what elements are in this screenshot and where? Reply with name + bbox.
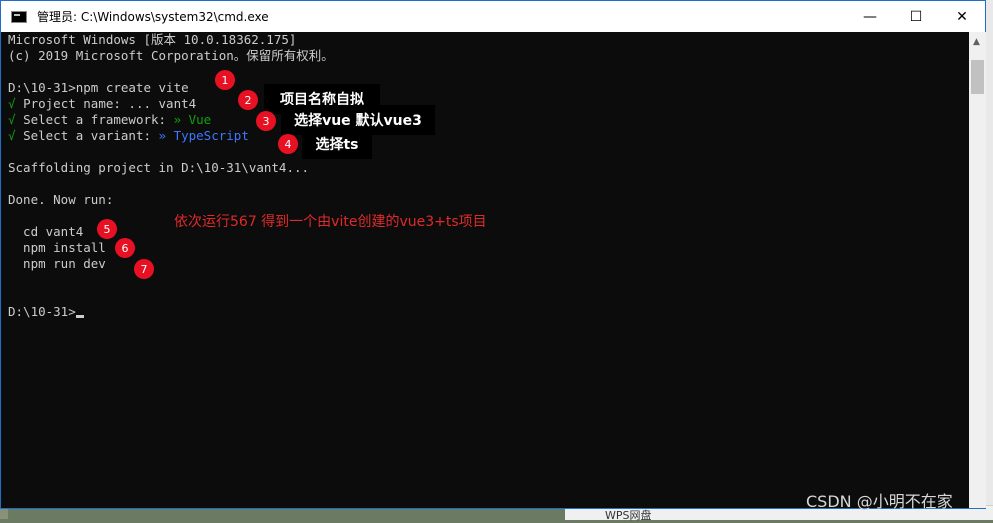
check-mark: √ [8, 112, 16, 127]
console-line: √ Select a variant: » TypeScript [8, 128, 249, 144]
title-bar[interactable]: 管理员: C:\Windows\system32\cmd.exe — ☐ ✕ [1, 1, 985, 32]
console-line: Done. Now run: [8, 192, 114, 207]
prompt-project-name: Project name: ... vant4 [23, 96, 197, 111]
badge-7: 7 [134, 259, 154, 279]
badge-3: 3 [256, 111, 276, 131]
console-line: D:\10-31>npm create vite [8, 80, 189, 95]
badge-1: 1 [215, 70, 235, 90]
text-cursor [75, 315, 84, 318]
close-button[interactable]: ✕ [939, 1, 985, 32]
badge-5: 5 [97, 219, 117, 239]
badge-2: 2 [238, 90, 258, 110]
annotation-label-4: 选择ts [302, 128, 372, 159]
window-controls: — ☐ ✕ [847, 1, 985, 32]
check-mark: √ [8, 96, 16, 111]
cmd-window: 管理员: C:\Windows\system32\cmd.exe — ☐ ✕ M… [0, 0, 986, 509]
vertical-scrollbar[interactable]: ▲ [969, 32, 986, 508]
prompt-variant: Select a variant: [23, 128, 159, 143]
console-line: npm run dev [8, 256, 106, 271]
variant-value: » TypeScript [158, 128, 249, 143]
console-line: Scaffolding project in D:\10-31\vant4... [8, 160, 310, 175]
watermark: CSDN @小明不在家 [806, 492, 953, 511]
badge-6: 6 [115, 238, 135, 258]
wps-item[interactable]: WPS网盘 [605, 507, 652, 523]
minimize-button[interactable]: — [847, 1, 893, 32]
console-line: (c) 2019 Microsoft Corporation。保留所有权利。 [8, 48, 334, 63]
prompt-framework: Select a framework: [23, 112, 174, 127]
scroll-up-icon[interactable]: ▲ [973, 37, 980, 47]
maximize-button[interactable]: ☐ [893, 1, 939, 32]
console-line: √ Select a framework: » Vue [8, 112, 211, 128]
console-line: Microsoft Windows [版本 10.0.18362.175] [8, 32, 297, 47]
console-line: √ Project name: ... vant4 [8, 96, 196, 112]
annotation-note: 依次运行567 得到一个由vite创建的vue3+ts项目 [174, 214, 487, 230]
scrollbar-thumb[interactable] [971, 60, 984, 94]
check-mark: √ [8, 128, 16, 143]
cmd-app-icon[interactable] [11, 10, 27, 23]
prompt-text: D:\10-31> [8, 304, 76, 319]
window-title: 管理员: C:\Windows\system32\cmd.exe [37, 10, 269, 24]
console-prompt[interactable]: D:\10-31> [8, 304, 84, 320]
console-line: npm install [8, 240, 106, 255]
console-line: cd vant4 [8, 224, 84, 239]
badge-4: 4 [278, 134, 298, 154]
framework-value: » Vue [173, 112, 212, 127]
